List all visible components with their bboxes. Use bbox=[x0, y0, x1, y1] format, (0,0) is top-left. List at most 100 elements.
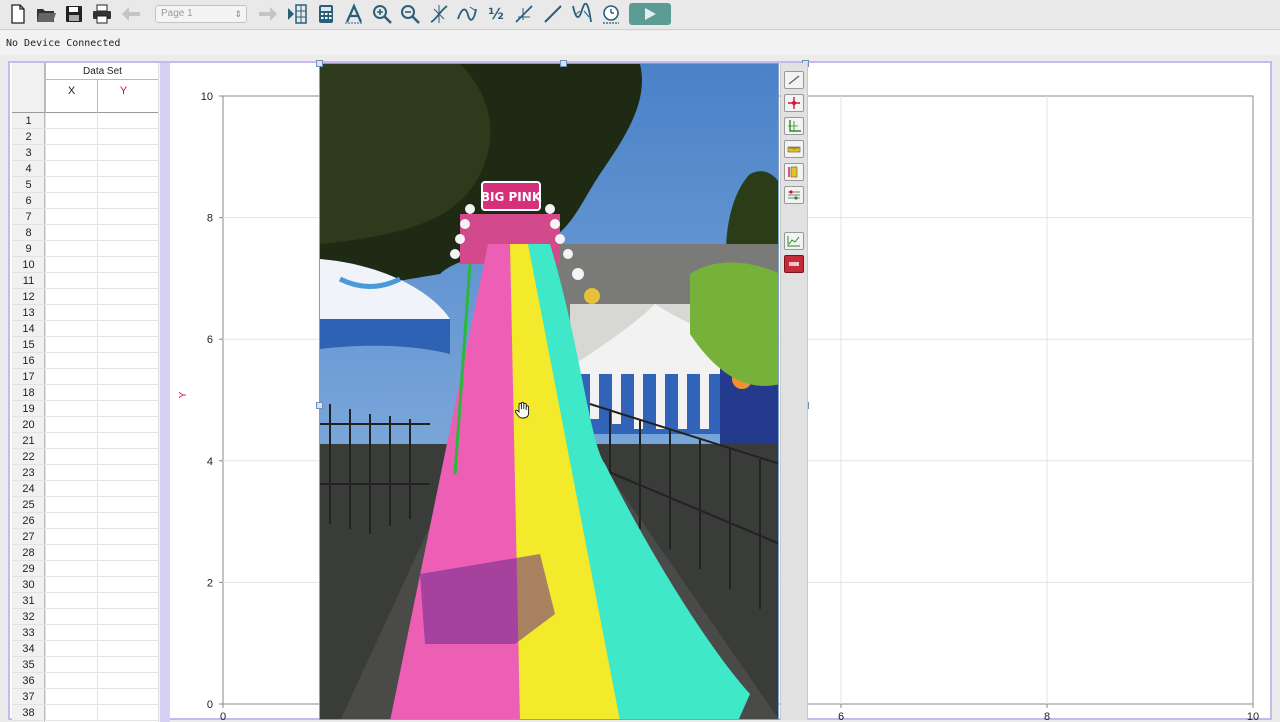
cell-y[interactable] bbox=[97, 609, 149, 625]
cell-x[interactable] bbox=[45, 337, 97, 353]
save-icon[interactable] bbox=[62, 2, 86, 26]
tangent-icon[interactable] bbox=[455, 2, 479, 26]
cell-y[interactable] bbox=[97, 497, 149, 513]
cell-x[interactable] bbox=[45, 321, 97, 337]
cell-y[interactable] bbox=[97, 561, 149, 577]
cell-x[interactable] bbox=[45, 145, 97, 161]
cell-y[interactable] bbox=[97, 401, 149, 417]
cell-y[interactable] bbox=[97, 577, 149, 593]
point-series-button[interactable] bbox=[784, 186, 804, 204]
cell-x[interactable] bbox=[45, 289, 97, 305]
cell-x[interactable] bbox=[45, 529, 97, 545]
cell-x[interactable] bbox=[45, 113, 97, 129]
cell-y[interactable] bbox=[97, 353, 149, 369]
cell-x[interactable] bbox=[45, 673, 97, 689]
cell-y[interactable] bbox=[97, 433, 149, 449]
cell-x[interactable] bbox=[45, 353, 97, 369]
cell-y[interactable] bbox=[97, 385, 149, 401]
stopwatch-icon[interactable] bbox=[599, 2, 623, 26]
cell-x[interactable] bbox=[45, 417, 97, 433]
cell-y[interactable] bbox=[97, 513, 149, 529]
set-origin-button[interactable] bbox=[784, 117, 804, 135]
cell-x[interactable] bbox=[45, 209, 97, 225]
y-axis-label[interactable]: Y bbox=[178, 391, 189, 398]
zoom-out-icon[interactable] bbox=[398, 2, 422, 26]
clear-points-button[interactable] bbox=[784, 255, 804, 273]
cell-x[interactable] bbox=[45, 193, 97, 209]
text-annotation-icon[interactable] bbox=[342, 2, 366, 26]
cell-y[interactable] bbox=[97, 369, 149, 385]
cell-x[interactable] bbox=[45, 433, 97, 449]
cell-x[interactable] bbox=[45, 513, 97, 529]
cell-x[interactable] bbox=[45, 689, 97, 705]
table-toggle-icon[interactable] bbox=[285, 2, 309, 26]
integral-icon[interactable]: ½ bbox=[484, 2, 508, 26]
column-header-y[interactable]: Y bbox=[97, 80, 149, 113]
linear-fit-icon[interactable] bbox=[541, 2, 565, 26]
cell-y[interactable] bbox=[97, 257, 149, 273]
cell-x[interactable] bbox=[45, 705, 97, 721]
cell-y[interactable] bbox=[97, 129, 149, 145]
zoom-in-icon[interactable] bbox=[370, 2, 394, 26]
photo-distance-button[interactable] bbox=[784, 163, 804, 181]
new-file-icon[interactable] bbox=[6, 2, 30, 26]
cell-y[interactable] bbox=[97, 673, 149, 689]
cell-y[interactable] bbox=[97, 625, 149, 641]
cell-x[interactable] bbox=[45, 481, 97, 497]
cell-x[interactable] bbox=[45, 609, 97, 625]
set-scale-button[interactable] bbox=[784, 140, 804, 158]
cell-y[interactable] bbox=[97, 273, 149, 289]
cell-x[interactable] bbox=[45, 465, 97, 481]
cell-x[interactable] bbox=[45, 129, 97, 145]
cell-y[interactable] bbox=[97, 705, 149, 721]
cell-x[interactable] bbox=[45, 305, 97, 321]
cell-y[interactable] bbox=[97, 529, 149, 545]
next-page-icon[interactable] bbox=[256, 2, 280, 26]
cell-x[interactable] bbox=[45, 177, 97, 193]
resize-handle-top-left[interactable] bbox=[316, 60, 323, 67]
print-icon[interactable] bbox=[90, 2, 114, 26]
cell-x[interactable] bbox=[45, 161, 97, 177]
cell-y[interactable] bbox=[97, 225, 149, 241]
cell-y[interactable] bbox=[97, 193, 149, 209]
cell-x[interactable] bbox=[45, 641, 97, 657]
cell-x[interactable] bbox=[45, 593, 97, 609]
cell-x[interactable] bbox=[45, 241, 97, 257]
add-point-button[interactable] bbox=[784, 94, 804, 112]
cell-y[interactable] bbox=[97, 465, 149, 481]
cell-y[interactable] bbox=[97, 289, 149, 305]
inserted-photo[interactable]: BIG PINK bbox=[319, 63, 779, 720]
cell-x[interactable] bbox=[45, 385, 97, 401]
cell-x[interactable] bbox=[45, 273, 97, 289]
dataset-title[interactable]: Data Set bbox=[45, 63, 159, 80]
resize-handle-left[interactable] bbox=[316, 402, 323, 409]
previous-page-icon[interactable] bbox=[119, 2, 143, 26]
curve-fit-icon[interactable] bbox=[570, 2, 594, 26]
cell-x[interactable] bbox=[45, 257, 97, 273]
show-graph-button[interactable] bbox=[784, 232, 804, 250]
cell-y[interactable] bbox=[97, 241, 149, 257]
cell-x[interactable] bbox=[45, 449, 97, 465]
select-tool-button[interactable] bbox=[784, 71, 804, 89]
cell-y[interactable] bbox=[97, 305, 149, 321]
cell-y[interactable] bbox=[97, 161, 149, 177]
statistics-icon[interactable] bbox=[512, 2, 536, 26]
cell-y[interactable] bbox=[97, 689, 149, 705]
cell-x[interactable] bbox=[45, 577, 97, 593]
cell-x[interactable] bbox=[45, 625, 97, 641]
page-select[interactable]: Page 1 ⇕ bbox=[155, 5, 247, 23]
cell-x[interactable] bbox=[45, 657, 97, 673]
cell-x[interactable] bbox=[45, 401, 97, 417]
cell-y[interactable] bbox=[97, 641, 149, 657]
cell-x[interactable] bbox=[45, 225, 97, 241]
column-header-x[interactable]: X bbox=[45, 80, 97, 113]
cell-y[interactable] bbox=[97, 145, 149, 161]
cell-y[interactable] bbox=[97, 209, 149, 225]
collect-play-button[interactable] bbox=[629, 3, 671, 25]
cell-y[interactable] bbox=[97, 593, 149, 609]
cell-x[interactable] bbox=[45, 369, 97, 385]
cell-y[interactable] bbox=[97, 449, 149, 465]
cell-y[interactable] bbox=[97, 321, 149, 337]
examine-icon[interactable] bbox=[427, 2, 451, 26]
cell-y[interactable] bbox=[97, 337, 149, 353]
